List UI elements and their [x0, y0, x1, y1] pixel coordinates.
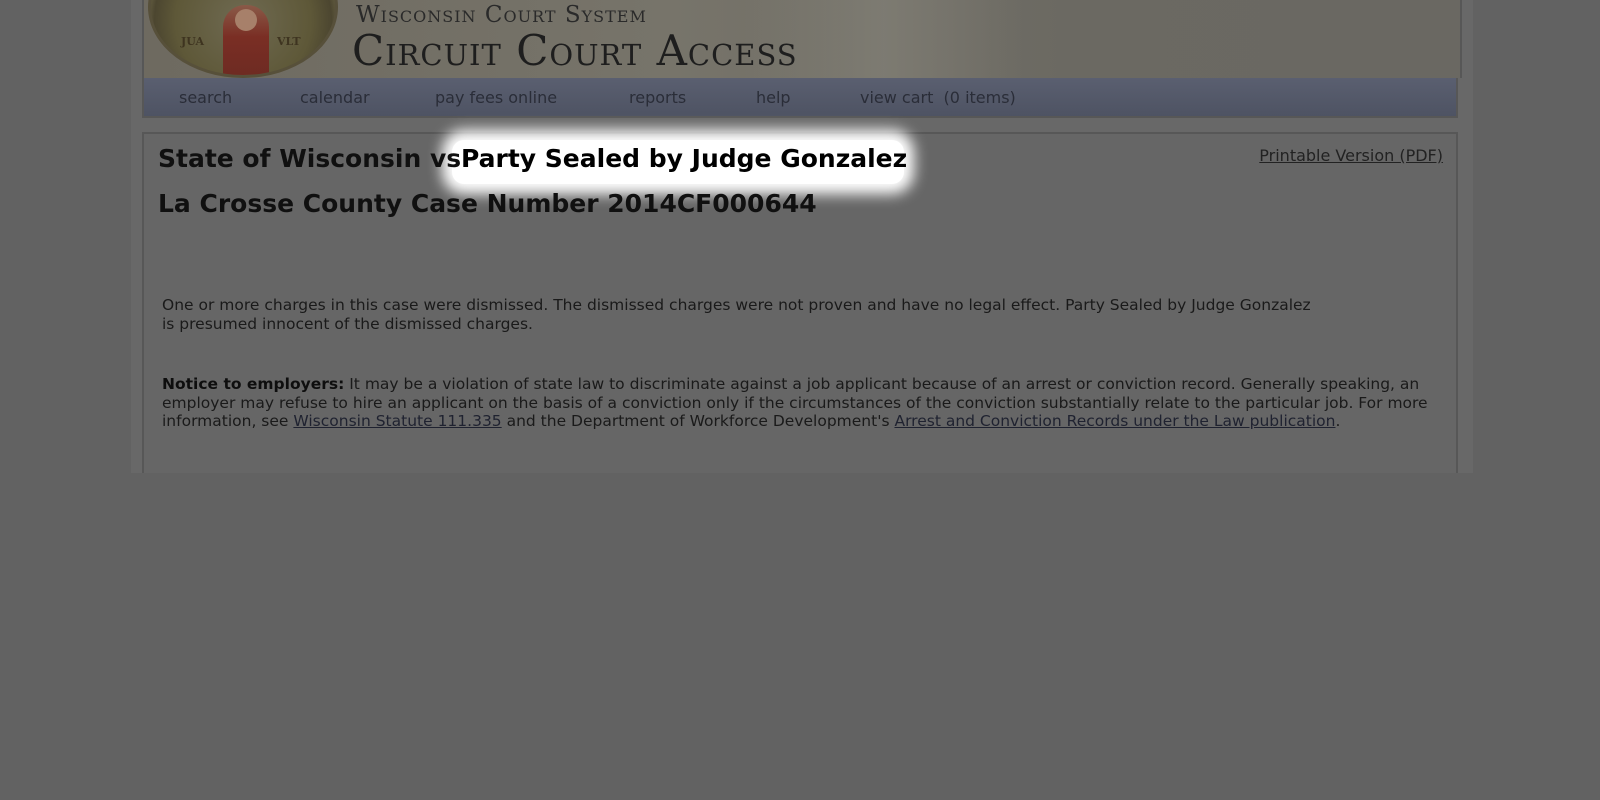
site-header: JUA VLT Wisconsin Court System Circuit C…	[142, 0, 1462, 78]
nav-calendar[interactable]: calendar	[300, 88, 370, 107]
employer-notice-middle: and the Department of Workforce Developm…	[501, 412, 895, 430]
court-seal-icon: JUA VLT	[148, 0, 338, 78]
case-title-party: Party Sealed by Judge Gonzalez	[461, 144, 908, 173]
nav-help[interactable]: help	[756, 88, 791, 107]
case-number-heading: La Crosse County Case Number 2014CF00064…	[158, 189, 817, 218]
statute-link[interactable]: Wisconsin Statute 111.335	[293, 412, 501, 430]
employer-notice-label: Notice to employers:	[162, 375, 345, 393]
seal-head	[235, 9, 257, 31]
nav-view-cart[interactable]: view cart (0 items)	[860, 88, 1016, 107]
seal-text-right: VLT	[277, 35, 301, 48]
printable-version-link[interactable]: Printable Version (PDF)	[1259, 146, 1443, 165]
publication-link[interactable]: Arrest and Conviction Records under the …	[894, 412, 1335, 430]
nav-search[interactable]: search	[179, 88, 232, 107]
nav-pay-fees-online[interactable]: pay fees online	[435, 88, 557, 107]
employer-notice-end: .	[1335, 412, 1341, 430]
nav-reports[interactable]: reports	[629, 88, 686, 107]
case-title-prefix: State of Wisconsin vs.	[158, 144, 471, 173]
brand-system-name: Wisconsin Court System	[356, 2, 647, 28]
main-nav: search calendar pay fees online reports …	[142, 78, 1458, 118]
brand-app-name: Circuit Court Access	[352, 26, 798, 75]
dismissed-charges-notice: One or more charges in this case were di…	[162, 296, 1311, 333]
employer-notice: Notice to employers: It may be a violati…	[162, 375, 1442, 431]
seal-text-left: JUA	[181, 35, 204, 48]
